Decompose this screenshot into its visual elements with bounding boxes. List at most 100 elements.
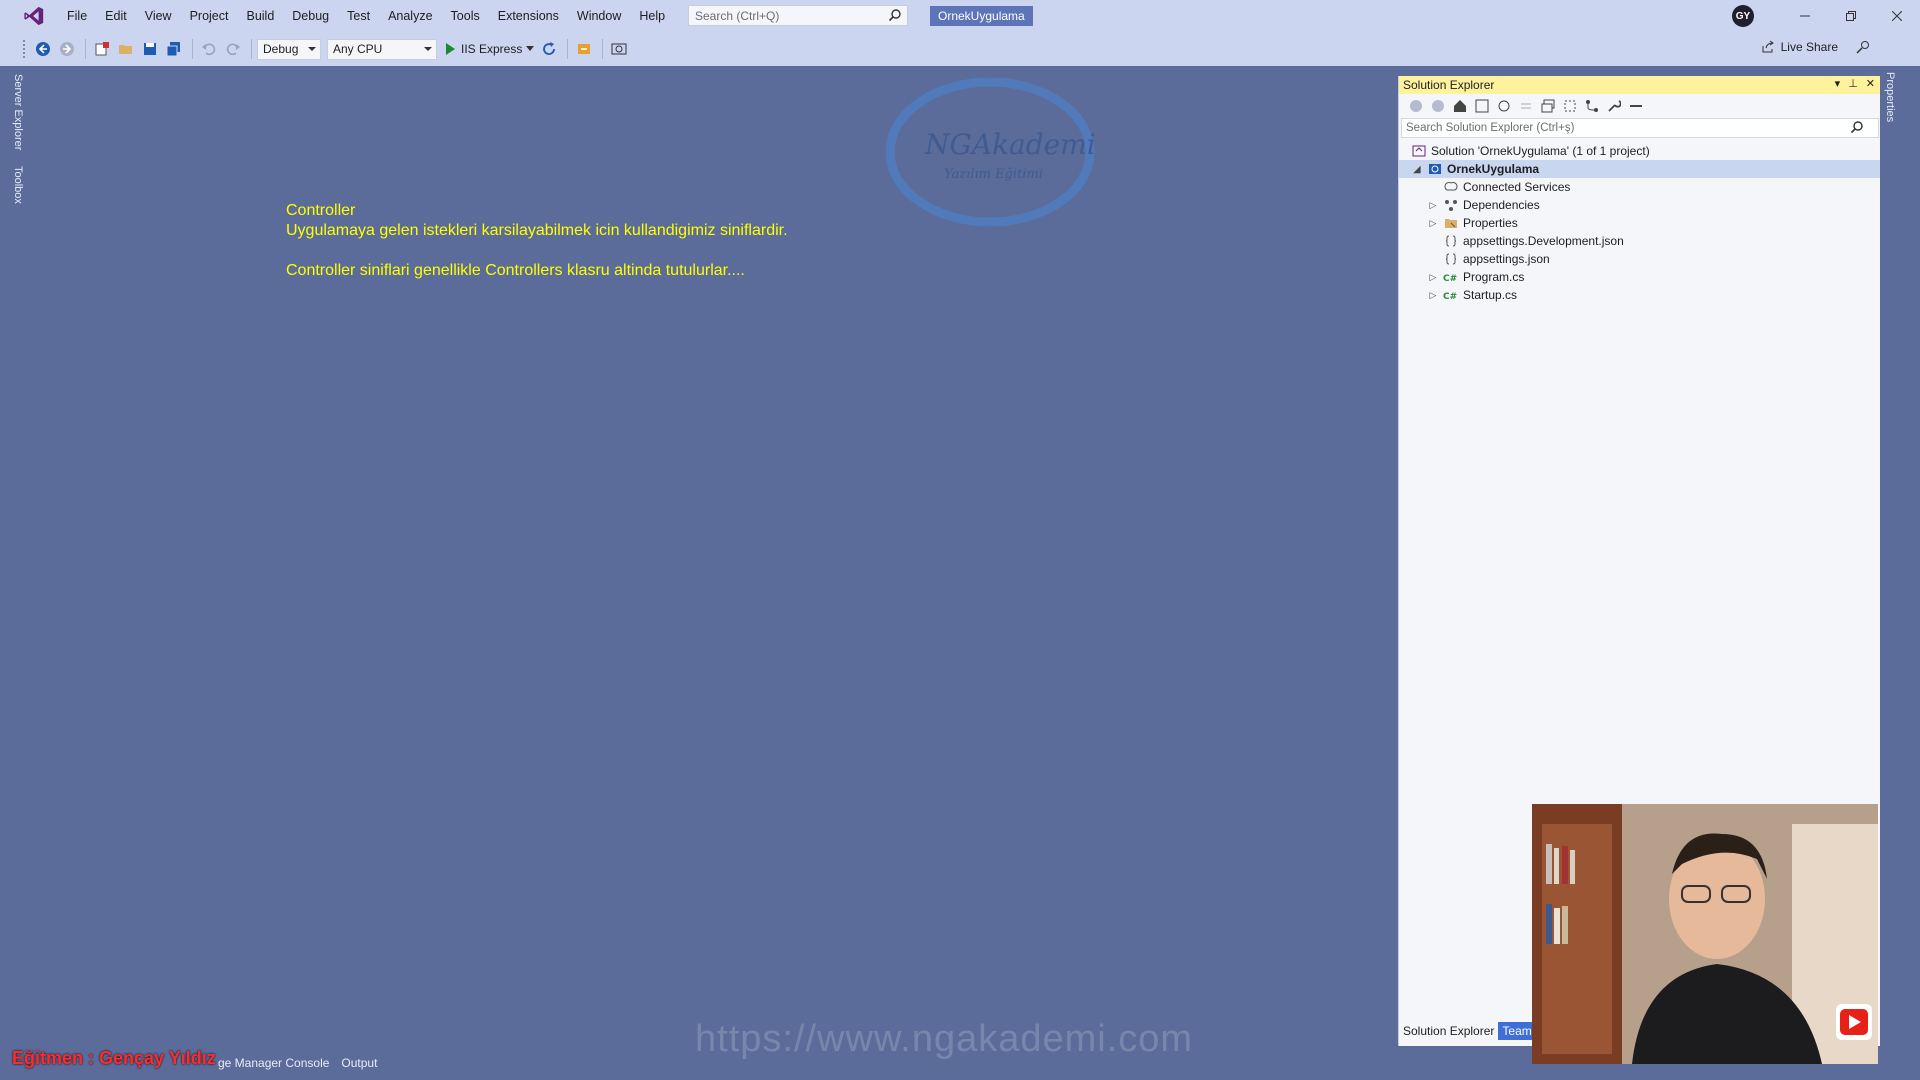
- expand-arrow-icon[interactable]: ▷: [1427, 271, 1439, 283]
- editor-area[interactable]: NGAkademi Yazılım Eğitimi Controller Uyg…: [32, 66, 1394, 1056]
- preview-button[interactable]: [1627, 97, 1645, 115]
- menu-debug[interactable]: Debug: [283, 0, 338, 32]
- tab-solution-explorer[interactable]: Solution Explorer: [1399, 1022, 1499, 1040]
- screenshot-button[interactable]: [608, 38, 630, 60]
- switch-views-button[interactable]: [1473, 97, 1491, 115]
- tree-item-project[interactable]: ◢ OrnekUygulama: [1399, 160, 1881, 178]
- back-arrow-icon: [36, 42, 50, 56]
- menu-file[interactable]: File: [58, 0, 96, 32]
- tree-item-appsettings-development[interactable]: appsettings.Development.json: [1399, 232, 1881, 250]
- close-icon: [1892, 11, 1902, 21]
- tree-item-connected-services[interactable]: Connected Services: [1399, 178, 1881, 196]
- save-all-button[interactable]: [163, 38, 185, 60]
- csharp-file-icon: C#: [1443, 269, 1459, 285]
- close-icon[interactable]: ✕: [1866, 77, 1875, 90]
- expand-arrow-icon[interactable]: ▷: [1427, 199, 1439, 211]
- navigate-back-button[interactable]: [32, 38, 54, 60]
- visual-studio-logo-icon[interactable]: [20, 5, 48, 27]
- menu-project[interactable]: Project: [181, 0, 238, 32]
- tree-item-program-cs[interactable]: ▷ C# Program.cs: [1399, 268, 1881, 286]
- browser-link-button[interactable]: [573, 38, 595, 60]
- feedback-icon[interactable]: [1856, 40, 1870, 54]
- tree-item-properties[interactable]: ▷ Properties: [1399, 214, 1881, 232]
- minimize-button[interactable]: [1782, 0, 1828, 32]
- dropdown-icon[interactable]: ▾: [1835, 77, 1841, 90]
- toolbar-separator: [567, 39, 569, 59]
- save-button[interactable]: [139, 38, 161, 60]
- pin-icon[interactable]: ⊥: [1848, 77, 1858, 90]
- solution-search-input[interactable]: Search Solution Explorer (Ctrl+ş): [1401, 118, 1879, 138]
- tab-team-explorer[interactable]: Team: [1498, 1022, 1536, 1040]
- forward-button[interactable]: [1429, 97, 1447, 115]
- csharp-file-icon: C#: [1443, 287, 1459, 303]
- pending-changes-filter-button[interactable]: [1495, 97, 1513, 115]
- standard-toolbar: Debug Any CPU IIS Express Live Share: [0, 32, 1920, 66]
- restore-button[interactable]: [1828, 0, 1874, 32]
- search-input[interactable]: Search (Ctrl+Q): [688, 5, 908, 26]
- sync-button[interactable]: [1517, 97, 1535, 115]
- platform-dropdown[interactable]: Any CPU: [327, 38, 437, 60]
- menu-edit[interactable]: Edit: [96, 0, 136, 32]
- tree-item-label: Properties: [1463, 216, 1518, 230]
- expand-arrow-icon[interactable]: ▷: [1427, 217, 1439, 229]
- tree-item-appsettings[interactable]: appsettings.json: [1399, 250, 1881, 268]
- navigate-forward-button[interactable]: [56, 38, 78, 60]
- collapse-all-button[interactable]: [1539, 97, 1557, 115]
- open-file-button[interactable]: [115, 38, 137, 60]
- run-target-label: IIS Express: [461, 42, 523, 56]
- toolbar-grip[interactable]: [22, 39, 26, 59]
- tab-package-manager-console[interactable]: ge Manager Console: [212, 1052, 335, 1074]
- play-icon: [446, 43, 455, 55]
- live-share-button[interactable]: Live Share: [1761, 40, 1870, 54]
- instructor-webcam-overlay: [1532, 804, 1878, 1064]
- menu-view[interactable]: View: [136, 0, 181, 32]
- tree-item-label: OrnekUygulama: [1447, 162, 1540, 176]
- wrench-icon: [1608, 100, 1621, 112]
- avatar[interactable]: GY: [1732, 5, 1754, 27]
- search-icon: [888, 9, 901, 22]
- expand-arrow-icon[interactable]: ◢: [1411, 163, 1423, 175]
- tree-item-dependencies[interactable]: ▷ Dependencies: [1399, 196, 1881, 214]
- start-debugging-button[interactable]: IIS Express: [443, 42, 535, 56]
- restore-icon: [1846, 11, 1856, 21]
- close-button[interactable]: [1874, 0, 1920, 32]
- tree-item-label: appsettings.json: [1463, 252, 1550, 266]
- expand-arrow-icon[interactable]: ▷: [1427, 289, 1439, 301]
- menu-analyze[interactable]: Analyze: [379, 0, 441, 32]
- solution-tree: Solution 'OrnekUygulama' (1 of 1 project…: [1399, 142, 1881, 304]
- refresh-button[interactable]: [538, 38, 560, 60]
- undo-icon: [202, 43, 216, 56]
- dependencies-icon: [1443, 197, 1459, 213]
- redo-button[interactable]: [222, 38, 244, 60]
- refresh-icon: [543, 42, 556, 55]
- tree-item-label: Dependencies: [1463, 198, 1540, 212]
- menu-test[interactable]: Test: [338, 0, 379, 32]
- home-button[interactable]: [1451, 97, 1469, 115]
- bottom-panel-tabs: ge Manager Console Output: [212, 1052, 383, 1074]
- save-all-icon: [166, 42, 180, 57]
- properties-tab[interactable]: Properties: [1884, 72, 1896, 122]
- solution-icon: [1411, 143, 1427, 159]
- share-icon: [1762, 40, 1774, 53]
- new-project-button[interactable]: [91, 38, 113, 60]
- undo-button[interactable]: [198, 38, 220, 60]
- solution-explorer-bottom-tabs: Solution Explorer Team: [1399, 1022, 1536, 1040]
- svg-text:C#: C#: [1443, 274, 1457, 283]
- configuration-dropdown[interactable]: Debug: [257, 38, 321, 60]
- git-button[interactable]: [1583, 97, 1601, 115]
- menu-help[interactable]: Help: [630, 0, 674, 32]
- tree-item-solution[interactable]: Solution 'OrnekUygulama' (1 of 1 project…: [1399, 142, 1881, 160]
- toolbox-tab[interactable]: Toolbox: [12, 166, 24, 204]
- menu-window[interactable]: Window: [568, 0, 630, 32]
- redo-icon: [226, 43, 240, 56]
- menu-tools[interactable]: Tools: [442, 0, 489, 32]
- sync-icon: [1521, 103, 1531, 109]
- back-button[interactable]: [1407, 97, 1425, 115]
- show-all-files-button[interactable]: [1561, 97, 1579, 115]
- menu-extensions[interactable]: Extensions: [489, 0, 568, 32]
- tree-item-startup-cs[interactable]: ▷ C# Startup.cs: [1399, 286, 1881, 304]
- server-explorer-tab[interactable]: Server Explorer: [12, 74, 24, 150]
- tab-output[interactable]: Output: [335, 1052, 383, 1074]
- properties-button[interactable]: [1605, 97, 1623, 115]
- menu-build[interactable]: Build: [237, 0, 283, 32]
